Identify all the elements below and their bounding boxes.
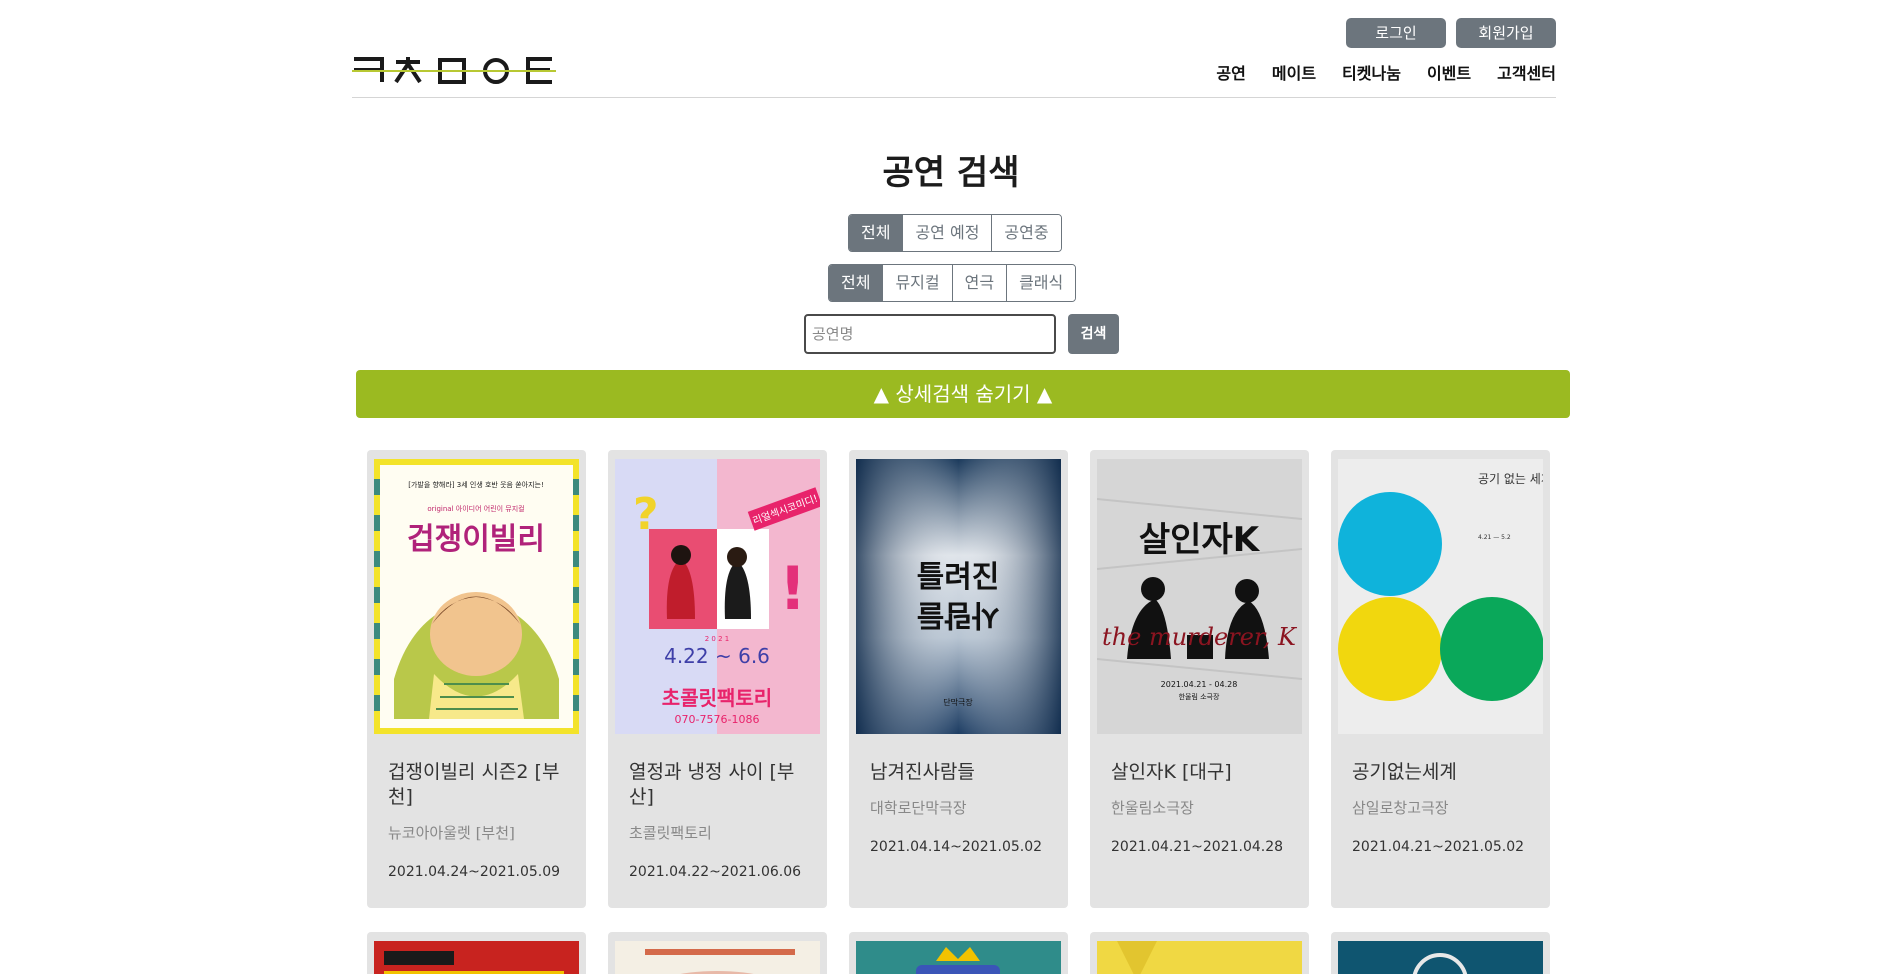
performance-title[interactable]: 열정과 냉정 사이 [부산] — [629, 760, 809, 810]
nav-item-event[interactable]: 이벤트 — [1427, 60, 1471, 84]
poster-image — [1097, 941, 1302, 974]
poster-image — [1338, 941, 1543, 974]
main-nav: 공연 메이트 티켓나눔 이벤트 고객센터 — [1216, 60, 1556, 84]
status-option-all[interactable]: 전체 — [849, 215, 904, 251]
poster-image: ? ! 리얼섹시코미디! 2 0 2 1 4.22 ~ 6.6 초콜릿팩토리 0… — [615, 459, 820, 734]
poster-image — [615, 941, 820, 974]
search-input[interactable] — [804, 314, 1056, 354]
genre-option-musical[interactable]: 뮤지컬 — [883, 265, 953, 301]
performance-dates: 2021.04.21~2021.05.02 — [1352, 839, 1525, 855]
performance-card[interactable] — [1090, 932, 1309, 974]
performance-card[interactable]: 살인자K the murderer, K 2021.04.21 - 04.28 … — [1090, 450, 1309, 908]
performance-card[interactable]: 공기 없는 세계 4.21 — 5.2 공기없는세계 삼일로창고극장 2021.… — [1331, 450, 1550, 908]
performance-venue: 초콜릿팩토리 — [629, 824, 712, 842]
poster-image: [가발을 향해라] 3세 인생 호반 웃음 쏟아지는! original 아이디… — [374, 459, 579, 734]
performance-venue: 삼일로창고극장 — [1352, 799, 1449, 817]
performance-venue: 뉴코아아울렛 [부천] — [388, 824, 515, 842]
status-option-upcoming[interactable]: 공연 예정 — [903, 215, 993, 251]
svg-text:4.21 — 5.2: 4.21 — 5.2 — [1478, 534, 1511, 541]
poster-image — [856, 941, 1061, 974]
performance-card[interactable] — [1331, 932, 1550, 974]
status-filter-group: 전체 공연 예정 공연중 — [848, 214, 1062, 252]
genre-option-play[interactable]: 연극 — [952, 265, 1008, 301]
performance-card[interactable] — [849, 932, 1068, 974]
performance-title[interactable]: 살인자K [대구] — [1111, 760, 1291, 785]
nav-item-performance[interactable]: 공연 — [1216, 60, 1245, 84]
svg-text:!: ! — [779, 554, 806, 624]
performance-card[interactable]: [가발을 향해라] 3세 인생 호반 웃음 쏟아지는! original 아이디… — [367, 450, 586, 908]
svg-text:?: ? — [633, 489, 659, 540]
page-title: 공연 검색 — [882, 153, 1020, 193]
svg-text:[가발을 향해라] 3세 인생 호반 웃음 쏟아지는!: [가발을 향해라] 3세 인생 호반 웃음 쏟아지는! — [408, 480, 544, 489]
login-button[interactable]: 로그인 — [1346, 18, 1446, 48]
poster-image: 공기 없는 세계 4.21 — 5.2 — [1338, 459, 1543, 734]
genre-option-all[interactable]: 전체 — [829, 265, 884, 301]
auth-buttons: 로그인 회원가입 — [1346, 18, 1556, 48]
svg-text:공기 없는 세계: 공기 없는 세계 — [1478, 472, 1543, 486]
site-header: 로그인 회원가입 공연 메이트 티켓나눔 이벤트 고객센터 — [352, 0, 1556, 98]
performance-dates: 2021.04.22~2021.06.06 — [629, 864, 802, 880]
poster-image — [374, 941, 579, 974]
svg-text:2 0 2 1: 2 0 2 1 — [705, 635, 730, 643]
svg-text:겁쟁이빌리: 겁쟁이빌리 — [407, 522, 545, 557]
performance-dates: 2021.04.14~2021.05.02 — [870, 839, 1043, 855]
svg-text:틀려진: 틀려진 — [917, 560, 1000, 595]
performance-title[interactable]: 남겨진사람들 — [870, 760, 1050, 785]
nav-item-ticket-share[interactable]: 티켓나눔 — [1342, 60, 1401, 84]
poster-image: 살인자K the murderer, K 2021.04.21 - 04.28 … — [1097, 459, 1302, 734]
performance-venue: 한울림소극장 — [1111, 799, 1194, 817]
performance-title[interactable]: 겁쟁이빌리 시즌2 [부천] — [388, 760, 568, 810]
genre-filter-group: 전체 뮤지컬 연극 클래식 — [828, 264, 1077, 302]
performance-dates: 2021.04.24~2021.05.09 — [388, 864, 561, 880]
nav-item-mate[interactable]: 메이트 — [1272, 60, 1316, 84]
svg-text:original 아이디어 어린이 뮤지컬: original 아이디어 어린이 뮤지컬 — [427, 504, 524, 513]
search-button[interactable]: 검색 — [1068, 314, 1119, 354]
svg-text:단막극장: 단막극장 — [943, 697, 973, 707]
detail-search-toggle[interactable]: ▲ 상세검색 숨기기 ▲ — [356, 370, 1570, 418]
svg-text:4.22 ~ 6.6: 4.22 ~ 6.6 — [664, 644, 770, 668]
svg-text:살인자K: 살인자K — [1139, 520, 1261, 560]
performance-card[interactable]: ? ! 리얼섹시코미디! 2 0 2 1 4.22 ~ 6.6 초콜릿팩토리 0… — [608, 450, 827, 908]
svg-text:the murderer, K: the murderer, K — [1102, 623, 1298, 651]
poster-image: 틀려진 사람들 단막극장 — [856, 459, 1061, 734]
performance-dates: 2021.04.21~2021.04.28 — [1111, 839, 1284, 855]
performance-card[interactable]: 틀려진 사람들 단막극장 남겨진사람들 대학로단막극장 2021.04.14~2… — [849, 450, 1068, 908]
performance-title[interactable]: 공기없는세계 — [1352, 760, 1532, 785]
svg-text:사람들: 사람들 — [917, 597, 1000, 632]
site-logo[interactable] — [352, 54, 556, 86]
svg-text:초콜릿팩토리: 초콜릿팩토리 — [662, 686, 772, 710]
status-option-ongoing[interactable]: 공연중 — [992, 215, 1061, 251]
genre-option-classic[interactable]: 클래식 — [1007, 265, 1076, 301]
performance-venue: 대학로단막극장 — [870, 799, 967, 817]
performance-card[interactable] — [367, 932, 586, 974]
svg-text:070-7576-1086: 070-7576-1086 — [675, 713, 760, 726]
nav-item-customer-center[interactable]: 고객센터 — [1497, 60, 1556, 84]
svg-text:2021.04.21 - 04.28: 2021.04.21 - 04.28 — [1161, 680, 1238, 689]
svg-text:한울림 소극장: 한울림 소극장 — [1179, 692, 1220, 701]
performance-card[interactable] — [608, 932, 827, 974]
signup-button[interactable]: 회원가입 — [1456, 18, 1556, 48]
